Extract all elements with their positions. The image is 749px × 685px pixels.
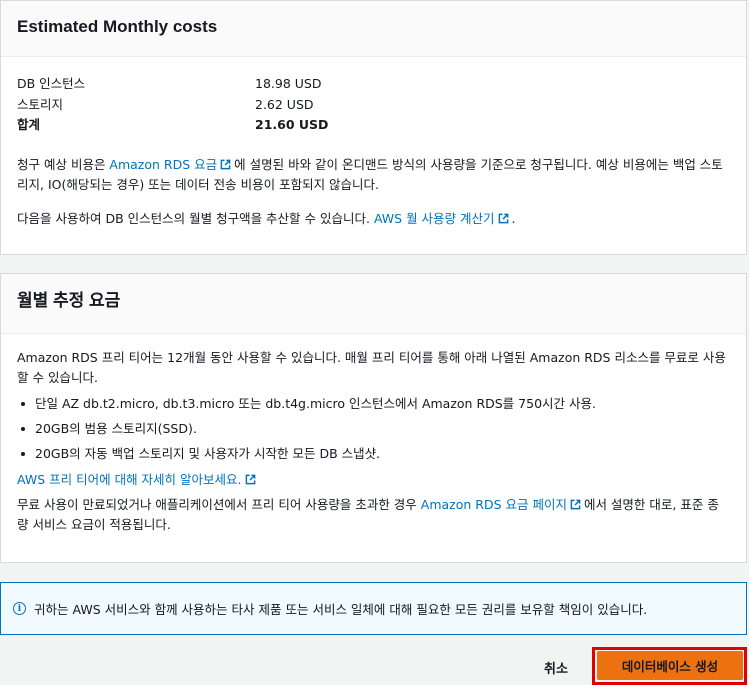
free-tier-list: 단일 AZ db.t2.micro, db.t3.micro 또는 db.t4g… [17,394,730,464]
estimated-costs-header: Estimated Monthly costs [1,1,746,57]
free-tier-header: 월별 추정 요금 [1,274,746,334]
estimated-costs-title: Estimated Monthly costs [17,17,218,36]
free-tier-outro: 무료 사용이 만료되었거나 애플리케이션에서 프리 티어 사용량을 초과한 경우… [17,495,730,535]
free-tier-body: Amazon RDS 프리 티어는 12개월 동안 사용할 수 있습니다. 매월… [1,334,746,535]
rds-pricing-link[interactable]: Amazon RDS 요금 [109,157,217,172]
external-link-icon [245,474,255,485]
estimated-costs-panel: Estimated Monthly costs DB 인스턴스 18.98 US… [0,0,747,255]
learn-more: AWS 프리 티어에 대해 자세히 알아보세요. [17,470,730,490]
list-item: 20GB의 자동 백업 스토리지 및 사용자가 시작한 모든 DB 스냅샷. [21,444,730,464]
aws-calculator-link[interactable]: AWS 월 사용량 계산기 [374,211,495,226]
rds-pricing-page-link[interactable]: Amazon RDS 요금 페이지 [421,497,567,512]
cost-row-storage: 스토리지 2.62 USD [17,95,730,116]
info-alert: i 귀하는 AWS 서비스와 함께 사용하는 타사 제품 또는 서비스 일체에 … [0,582,747,635]
free-tier-outro-text: 무료 사용이 만료되었거나 애플리케이션에서 프리 티어 사용량을 초과한 경우 [17,497,421,512]
info-icon: i [13,602,26,615]
calculator-note: 다음을 사용하여 DB 인스턴스의 월별 청구액을 추산할 수 있습니다. AW… [17,209,730,229]
pricing-note: 청구 예상 비용은 Amazon RDS 요금 에 설명된 바와 같이 온디맨드 … [17,155,730,195]
free-tier-learn-more-link[interactable]: AWS 프리 티어에 대해 자세히 알아보세요. [17,472,242,487]
calculator-note-text: 다음을 사용하여 DB 인스턴스의 월별 청구액을 추산할 수 있습니다. [17,210,374,226]
cost-value: 21.60 USD [255,117,329,133]
cost-label: 합계 [17,117,41,133]
external-link-icon [570,499,581,510]
create-database-button[interactable]: 데이터베이스 생성 [597,651,743,680]
external-link-icon [498,213,508,223]
calculator-note-text: . [511,210,516,226]
external-link-icon [220,159,231,169]
info-alert-text: 귀하는 AWS 서비스와 함께 사용하는 타사 제품 또는 서비스 일체에 대해… [34,602,648,617]
pricing-note-text: 청구 예상 비용은 [17,156,110,172]
free-tier-title: 월별 추정 요금 [17,291,121,310]
free-tier-intro: Amazon RDS 프리 티어는 12개월 동안 사용할 수 있습니다. 매월… [17,350,726,385]
list-item: 20GB의 범용 스토리지(SSD). [21,419,730,439]
estimated-costs-body: DB 인스턴스 18.98 USD 스토리지 2.62 USD 합계 21.60… [1,57,746,229]
cost-value: 18.98 USD [255,76,322,92]
cost-label: DB 인스턴스 [17,76,86,92]
free-tier-panel: 월별 추정 요금 Amazon RDS 프리 티어는 12개월 동안 사용할 수… [0,273,747,563]
list-item: 단일 AZ db.t2.micro, db.t3.micro 또는 db.t4g… [21,394,730,414]
cost-value: 2.62 USD [255,96,314,112]
cancel-button[interactable]: 취소 [530,654,582,680]
cost-row-db-instance: DB 인스턴스 18.98 USD [17,74,730,95]
cost-label: 스토리지 [17,96,64,112]
cost-row-total: 합계 21.60 USD [17,115,730,136]
